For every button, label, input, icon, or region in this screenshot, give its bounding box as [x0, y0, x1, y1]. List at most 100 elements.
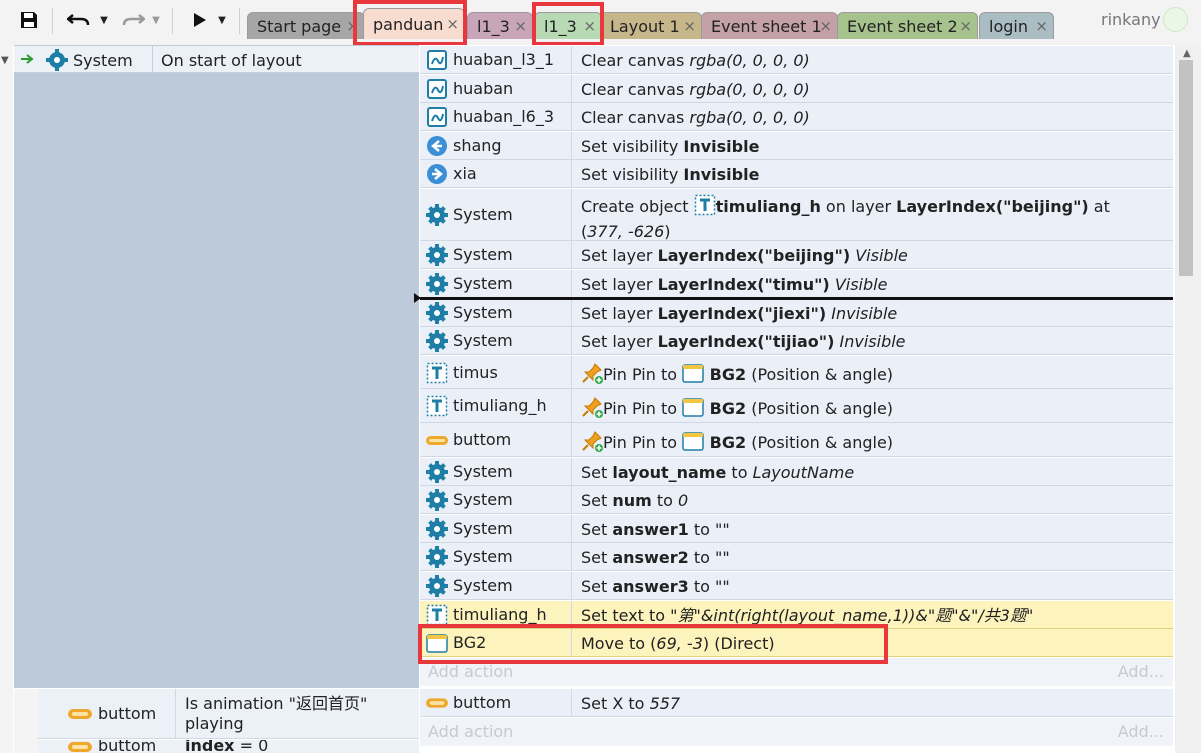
tab-close-icon[interactable]: ×: [683, 17, 696, 35]
param-italic: rgba(0, 0, 0, 0): [689, 50, 810, 70]
action-text: Set layer LayerIndex("beijing") Visible: [581, 245, 1133, 266]
event-gutter: ▼: [0, 45, 13, 753]
event2-condition-row-1[interactable]: buttom Is animation "返回首页" playing: [38, 689, 419, 739]
add-action-more[interactable]: Add...: [1118, 662, 1164, 681]
action-row[interactable]: timuliang_h Pin Pin to BG2 (Position & an…: [420, 389, 1173, 423]
run-dropdown-button[interactable]: ▼: [214, 6, 230, 34]
column-divider: [571, 515, 572, 542]
action-row[interactable]: System Set layer LayerIndex("beijing") Vi…: [420, 241, 1173, 269]
gear-icon: [426, 489, 448, 511]
tab-close-icon[interactable]: ×: [819, 17, 832, 35]
action-object-name: System: [453, 519, 513, 538]
action-object-name: System: [453, 547, 513, 566]
action-row[interactable]: buttom Pin Pin to BG2 (Position & angle): [420, 423, 1173, 457]
pin-icon: [581, 430, 603, 457]
action-row[interactable]: System Set answer3 to "": [420, 572, 1173, 600]
action-text: Create object timuliang_h on layer Layer…: [581, 194, 1133, 242]
action-row[interactable]: System Set layer LayerIndex("timu") Visib…: [420, 270, 1173, 298]
toolbar: ▼ ▼ ▼ Start page × panduan × l1_3 × l1_3 × Layou…: [0, 0, 1201, 46]
tab-label: Start page: [257, 16, 342, 36]
button-sprite-icon: [68, 742, 92, 752]
event-condition-row[interactable]: System On start of layout: [14, 46, 419, 73]
redo-dropdown-button[interactable]: ▼: [149, 6, 163, 34]
event-block[interactable]: [14, 45, 419, 688]
action-row[interactable]: System Set layer LayerIndex("jiexi") Invi…: [420, 299, 1173, 327]
collapse-triangle-icon[interactable]: ▼: [1, 55, 9, 66]
add-action-label[interactable]: Add action: [428, 662, 513, 681]
arrow-right-circle-icon: [426, 163, 448, 185]
column-divider: [571, 46, 572, 73]
action-row[interactable]: huaban Clear canvas rgba(0, 0, 0, 0): [420, 75, 1173, 103]
action-text: Clear canvas rgba(0, 0, 0, 0): [581, 79, 1133, 100]
action-row[interactable]: System Set layer LayerIndex("tijiao") Inv…: [420, 327, 1173, 355]
run-button[interactable]: [184, 6, 214, 34]
action-row[interactable]: xia Set visibility Invisible: [420, 160, 1173, 188]
user-name[interactable]: rinkany: [1101, 10, 1161, 29]
action-text-part: to: [726, 462, 753, 482]
action-row[interactable]: System Set answer2 to "": [420, 543, 1173, 571]
action-text: Pin Pin to BG2 (Position & angle): [581, 362, 1133, 389]
pin-icon: [582, 396, 603, 418]
canvas-icon: [426, 49, 448, 71]
column-divider: [571, 543, 572, 570]
action-text-part: (Position & angle): [746, 432, 894, 452]
column-divider: [571, 270, 572, 297]
floppy-disk-icon: [21, 12, 37, 28]
action-row[interactable]: System Set answer1 to "": [420, 515, 1173, 543]
annotation-box-panduan-tab: [353, 0, 467, 46]
tab-start-page[interactable]: Start page ×: [247, 12, 365, 39]
add-action-more[interactable]: Add...: [1118, 722, 1164, 741]
param-italic: "": [714, 547, 730, 567]
tab-event-sheet-1[interactable]: Event sheet 1 ×: [701, 12, 838, 39]
event2-action-row[interactable]: buttom Set X to 557: [420, 689, 1173, 717]
button-sprite-icon: [426, 698, 448, 708]
column-divider: [571, 389, 572, 422]
arrow-left-circle-icon: [426, 135, 448, 157]
column-divider: [571, 75, 572, 102]
scrollbar-thumb[interactable]: [1179, 60, 1193, 276]
action-row[interactable]: timus Pin Pin to BG2 (Position & angle): [420, 356, 1173, 389]
button-sprite-icon: [426, 429, 448, 451]
column-divider: [571, 458, 572, 485]
save-button[interactable]: [14, 6, 44, 34]
tab-close-icon[interactable]: ×: [959, 17, 972, 35]
gear-icon: [426, 518, 448, 540]
tab-l1_3[interactable]: l1_3 ×: [467, 12, 533, 39]
action-row[interactable]: System Set layout_name to LayoutName: [420, 458, 1173, 486]
column-divider: [175, 689, 176, 739]
canvas-icon: [427, 79, 447, 99]
column-divider: [571, 299, 572, 326]
action-row[interactable]: System Set num to 0: [420, 486, 1173, 514]
action-object-name: shang: [453, 136, 502, 155]
action-text-part: Set layer: [581, 245, 658, 265]
action-row[interactable]: huaban_l3_1 Clear canvas rgba(0, 0, 0, 0): [420, 46, 1173, 74]
gear-icon: [426, 330, 448, 352]
avatar[interactable]: [1163, 7, 1188, 32]
action-object-name: System: [453, 274, 513, 293]
tab-event-sheet-2[interactable]: Event sheet 2 ×: [837, 12, 978, 39]
action-row[interactable]: System Create object timuliang_h on layer…: [420, 189, 1173, 241]
scroll-up-arrow-icon[interactable]: ▲: [1183, 48, 1191, 59]
tab-login[interactable]: login ×: [979, 12, 1054, 39]
tab-close-icon[interactable]: ×: [1035, 17, 1048, 35]
action-object-name: System: [453, 303, 513, 322]
gear-icon: [426, 204, 448, 226]
tab-close-icon[interactable]: ×: [514, 17, 527, 35]
action-text-part: (Position & angle): [746, 365, 894, 384]
tab-label: l1_3: [477, 16, 510, 36]
toolbar-separator: [172, 8, 173, 34]
undo-button[interactable]: [62, 6, 96, 34]
redo-button[interactable]: [116, 6, 150, 34]
action-row[interactable]: huaban_l6_3 Clear canvas rgba(0, 0, 0, 0): [420, 103, 1173, 131]
action-row[interactable]: shang Set visibility Invisible: [420, 132, 1173, 160]
pin-icon: [581, 396, 603, 423]
add-action-label[interactable]: Add action: [428, 722, 513, 741]
event2-condition-block[interactable]: buttom Is animation "返回首页" playing butto…: [38, 689, 419, 753]
tab-layout-1[interactable]: Layout 1 ×: [600, 12, 702, 39]
sprite-icon: [682, 362, 704, 389]
tab-label: Layout 1: [610, 16, 680, 36]
column-divider: [571, 160, 572, 187]
undo-dropdown-button[interactable]: ▼: [96, 6, 112, 34]
event2-add-action-row[interactable]: Add action Add...: [420, 718, 1173, 746]
event2-condition-row-2[interactable]: buttom index = 0: [38, 740, 419, 753]
